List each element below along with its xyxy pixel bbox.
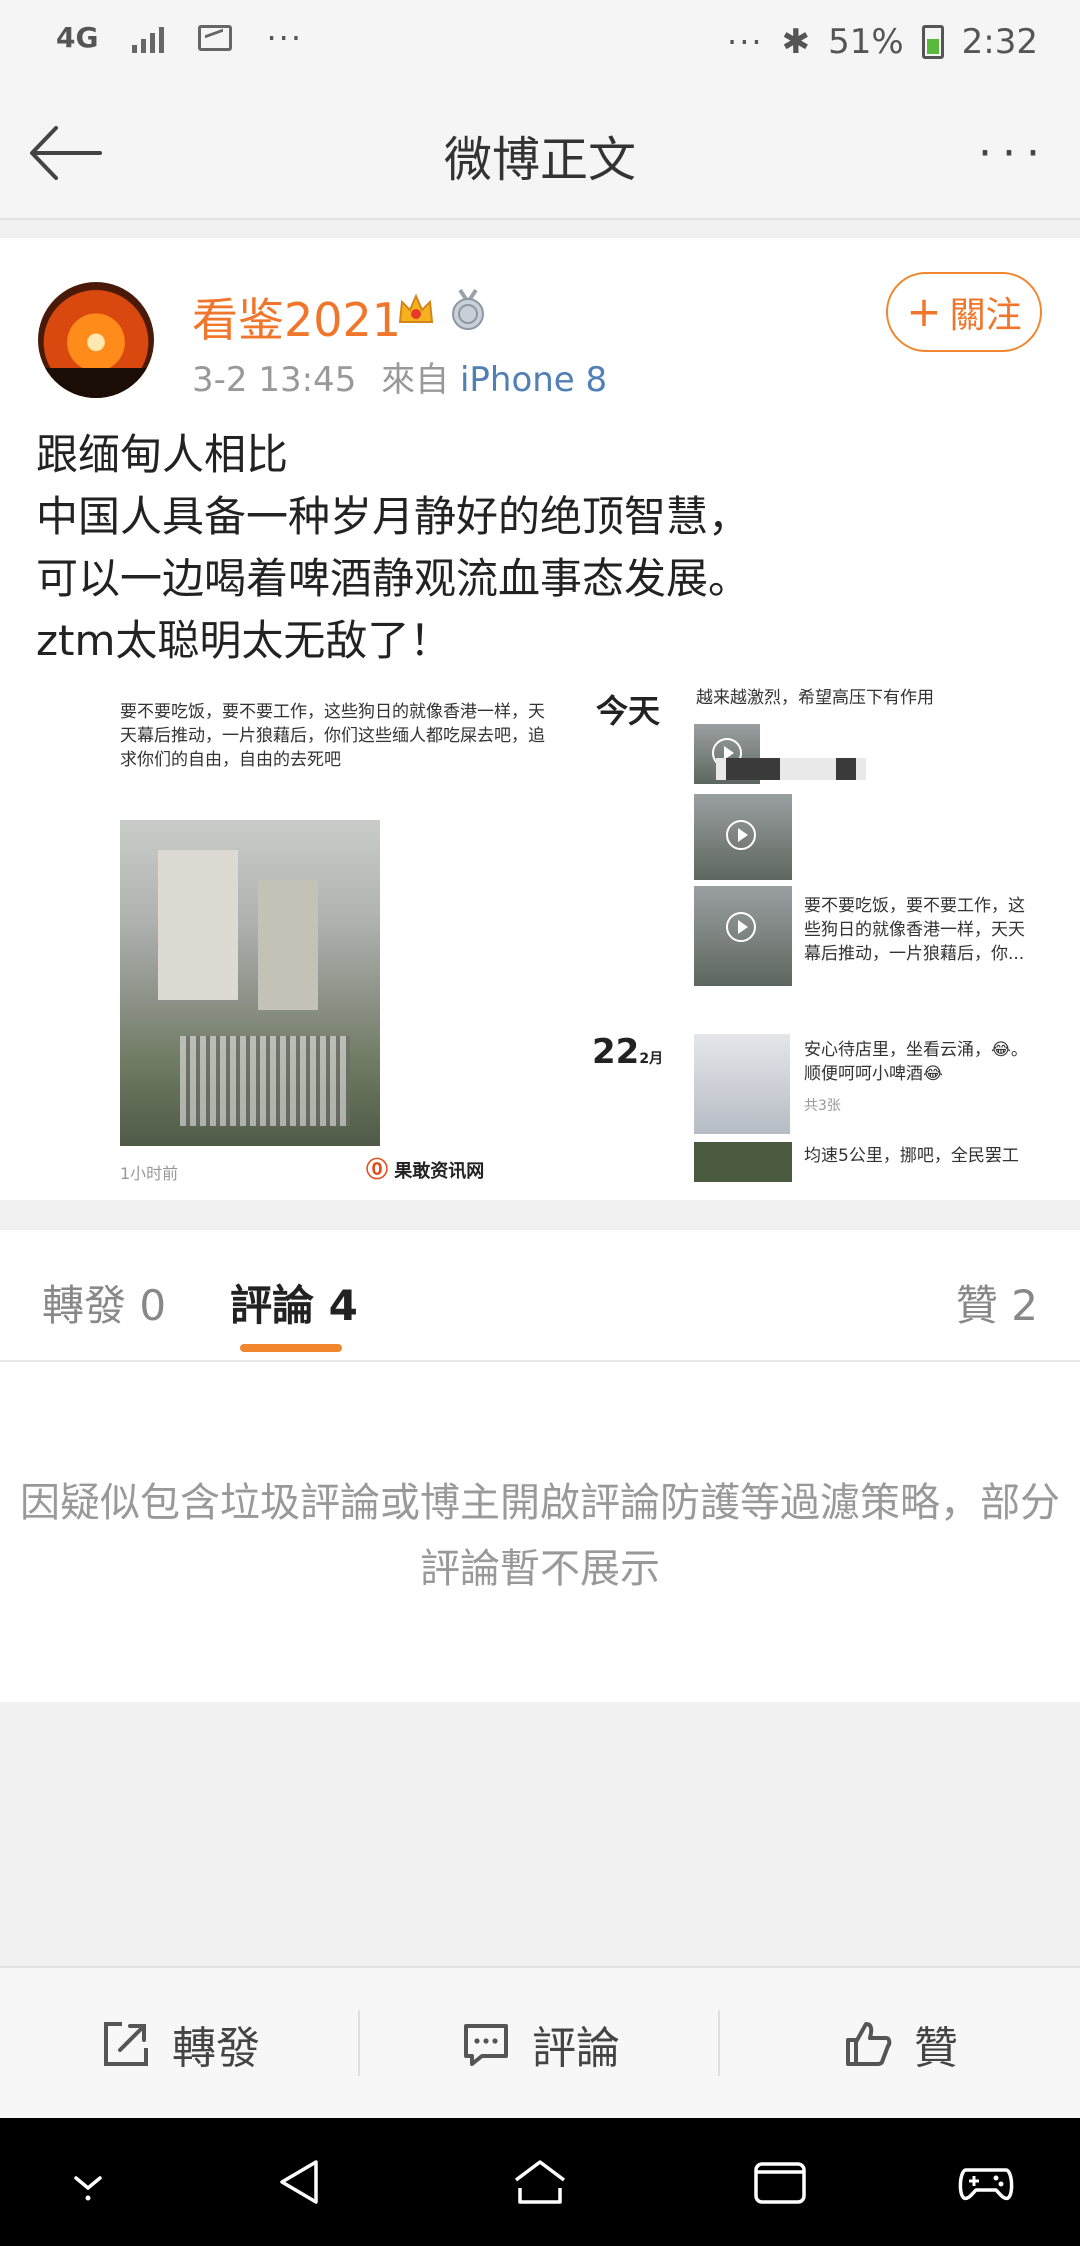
image-note: 越来越激烈，希望高压下有作用: [696, 688, 934, 708]
image-note: 均速5公里，挪吧，全民罢工: [804, 1146, 1019, 1166]
follow-label: 關注: [949, 295, 1022, 336]
post-card: 看鉴2021 3-2 13:45 來自 iPhone 8 + 關注 跟缅甸人相比…: [0, 238, 1080, 1200]
logo-icon: ⓪: [366, 1158, 389, 1182]
image-date: 222月: [592, 1032, 664, 1072]
post-source[interactable]: iPhone 8: [460, 360, 607, 400]
post-text-line: ztm太聪明太无敌了！: [36, 616, 452, 665]
gallery-notification-icon: [198, 25, 233, 51]
comment-button[interactable]: 評論: [360, 1968, 720, 2120]
image-thumbnail: [694, 1142, 792, 1182]
username[interactable]: 看鉴2021: [192, 284, 401, 350]
medal-badge-icon[interactable]: [448, 288, 488, 332]
image-left-panel: 要不要吃饭，要不要工作，这些狗日的就像香港一样，天天幕后推动，一片狼藉后，你们这…: [36, 674, 546, 1182]
comments-section: 因疑似包含垃圾評論或博主開啟評論防護等過濾策略，部分評論暫不展示: [0, 1362, 1080, 1702]
tab-likes[interactable]: 贊 2: [956, 1272, 1038, 1333]
street-photo: [120, 820, 380, 1146]
image-caption: 要不要吃饭，要不要工作，这些狗日的就像香港一样，天天幕后推动，一片狼藉后，你们这…: [120, 702, 545, 770]
image-note: 要不要吃饭，要不要工作，这些狗日的就像香港一样，天天幕后推动，一片狼藉后，你..…: [804, 896, 1025, 964]
like-button[interactable]: 贊: [720, 1968, 1080, 2120]
more-notifications-icon: ···: [266, 19, 303, 57]
tab-reposts[interactable]: 轉發 0: [42, 1272, 166, 1333]
recent-apps-icon[interactable]: [750, 2154, 810, 2210]
comment-icon: [464, 2024, 508, 2066]
image-logo: ⓪ 果敢资讯网: [366, 1158, 485, 1182]
more-options-icon[interactable]: ···: [978, 128, 1050, 179]
signal-icon: [132, 23, 165, 53]
image-today-label: 今天: [596, 692, 661, 730]
battery-icon: [921, 25, 944, 59]
image-note: 安心待店里，坐看云涌，😂。顺便呵呵小啤酒😂: [804, 1040, 1028, 1084]
post-text-line: 可以一边喝着啤酒静观流血事态发展。: [36, 554, 751, 603]
share-icon: [104, 2022, 148, 2066]
network-type: 4G: [56, 21, 99, 54]
redacted-blocks: [716, 758, 866, 780]
post-text-line: 跟缅甸人相比: [36, 430, 289, 479]
bluetooth-icon: ✱: [781, 22, 811, 62]
play-icon: [726, 912, 756, 942]
repost-button[interactable]: 轉發: [0, 1968, 360, 2120]
follow-button[interactable]: + 關注: [886, 272, 1042, 352]
post-meta: 3-2 13:45 來自 iPhone 8: [192, 352, 607, 401]
thumbs-up-icon: [846, 2022, 892, 2066]
video-thumbnail: [694, 794, 792, 880]
bottom-action-bar: 轉發 評論 贊: [0, 1966, 1080, 2120]
top-nav-bar: 微博正文 ···: [0, 90, 1080, 220]
post-text-line: 中国人具备一种岁月静好的绝顶智慧，: [36, 492, 751, 541]
image-note: 共3张: [804, 1098, 841, 1114]
like-label: 贊: [914, 2023, 958, 2074]
post-timestamp: 3-2 13:45: [192, 360, 357, 400]
vip-crown-icon[interactable]: [396, 290, 436, 330]
system-nav-bar: [0, 2118, 1080, 2246]
post-text: 跟缅甸人相比 中国人具备一种岁月静好的绝顶智慧， 可以一边喝着啤酒静观流血事态发…: [36, 424, 1046, 672]
tab-comments[interactable]: 評論 4: [230, 1272, 358, 1333]
repost-label: 轉發: [172, 2023, 260, 2074]
image-collage-thumbnail: [694, 1034, 790, 1134]
more-status-icon: ···: [727, 23, 764, 61]
post-image[interactable]: 要不要吃饭，要不要工作，这些狗日的就像香港一样，天天幕后推动，一片狼藉后，你们这…: [36, 674, 1046, 1182]
comment-label: 評論: [532, 2023, 620, 2074]
comments-filter-notice: 因疑似包含垃圾評論或博主開啟評論防護等過濾策略，部分評論暫不展示: [20, 1480, 1060, 1592]
image-time: 1小时前: [120, 1164, 179, 1182]
hide-keyboard-icon[interactable]: [58, 2154, 118, 2210]
source-prefix: 來自: [381, 360, 450, 400]
home-nav-icon[interactable]: [510, 2154, 570, 2210]
game-controller-icon[interactable]: [956, 2154, 1016, 2210]
page-title: 微博正文: [443, 132, 636, 188]
interaction-tabs: 轉發 0 評論 4 贊 2: [0, 1230, 1080, 1362]
play-icon: [726, 820, 756, 850]
video-thumbnail: [694, 886, 792, 986]
clock: 2:32: [961, 22, 1038, 62]
avatar[interactable]: [38, 282, 154, 398]
battery-percent: 51%: [828, 22, 904, 62]
plus-icon: +: [906, 287, 942, 336]
status-bar: 4G ··· ··· ✱ 51% 2:32: [0, 0, 1080, 90]
active-tab-indicator: [240, 1344, 342, 1352]
back-nav-icon[interactable]: [270, 2154, 330, 2210]
